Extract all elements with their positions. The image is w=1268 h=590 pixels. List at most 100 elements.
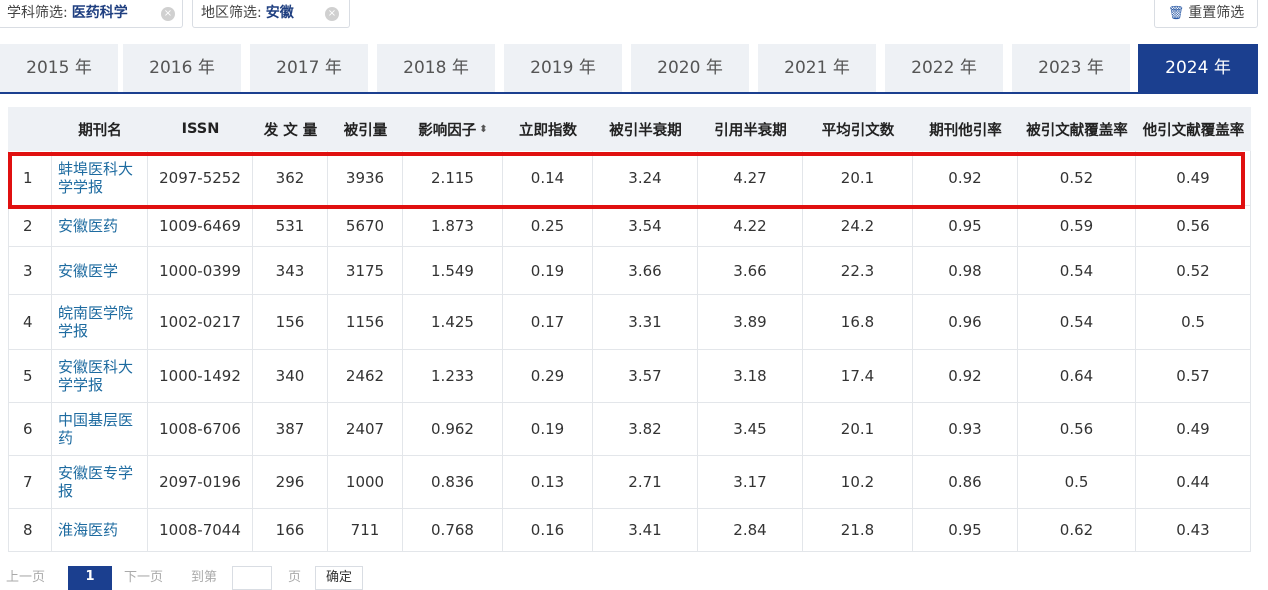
tab-2021[interactable]: 2021 年 bbox=[758, 44, 876, 92]
cell-rank: 4 bbox=[8, 295, 52, 349]
reset-filters-button[interactable]: 🗑 重置筛选 bbox=[1154, 0, 1258, 28]
cell-impact: 1.233 bbox=[403, 350, 503, 402]
cell-cited-half-life: 3.54 bbox=[593, 206, 698, 246]
current-page[interactable]: 1 bbox=[68, 566, 112, 590]
cell-other-coverage: 0.57 bbox=[1136, 350, 1251, 402]
cell-immediacy: 0.17 bbox=[503, 295, 593, 349]
tabs-underline bbox=[0, 92, 1258, 94]
subject-filter-chip[interactable]: 学科筛选: 医药科学 × bbox=[0, 0, 183, 28]
cell-citations: 3175 bbox=[328, 247, 403, 294]
cell-self-cite-rate: 0.95 bbox=[913, 509, 1018, 551]
cell-rank: 8 bbox=[8, 509, 52, 551]
cell-avg-refs: 20.1 bbox=[803, 403, 913, 455]
header-impact-factor[interactable]: 影响因子 ⬍ bbox=[403, 107, 503, 151]
table-row: 3 安徽医学 1000-0399 343 3175 1.549 0.19 3.66 3.66 22… bbox=[8, 247, 1251, 295]
cell-other-coverage: 0.43 bbox=[1136, 509, 1251, 551]
cell-cited-half-life: 3.31 bbox=[593, 295, 698, 349]
cell-other-coverage: 0.56 bbox=[1136, 206, 1251, 246]
cell-other-coverage: 0.52 bbox=[1136, 247, 1251, 294]
cell-impact: 0.836 bbox=[403, 456, 503, 508]
sort-icon[interactable]: ⬍ bbox=[479, 124, 487, 135]
cell-avg-refs: 20.1 bbox=[803, 151, 913, 205]
journal-name-link[interactable]: 安徽医学 bbox=[52, 247, 148, 294]
cell-impact: 2.115 bbox=[403, 151, 503, 205]
journal-name-link[interactable]: 安徽医药 bbox=[52, 206, 148, 246]
cell-impact: 1.549 bbox=[403, 247, 503, 294]
tab-2024[interactable]: 2024 年 bbox=[1138, 44, 1258, 92]
cell-cited-coverage: 0.62 bbox=[1018, 509, 1136, 551]
cell-cited-half-life: 3.24 bbox=[593, 151, 698, 205]
header-articles: 发 文 量 bbox=[263, 122, 318, 139]
goto-page-input[interactable] bbox=[232, 566, 272, 590]
trash-icon: 🗑 bbox=[1167, 6, 1185, 21]
header-rank bbox=[8, 107, 52, 151]
header-other-coverage: 他引文献覆盖率 bbox=[1142, 122, 1245, 139]
cell-issn: 1008-7044 bbox=[148, 509, 253, 551]
cell-rank: 5 bbox=[8, 350, 52, 402]
cell-cited-half-life: 3.66 bbox=[593, 247, 698, 294]
journal-name-link[interactable]: 安徽医科大学学报 bbox=[52, 350, 148, 402]
cell-self-cite-rate: 0.93 bbox=[913, 403, 1018, 455]
header-issn: ISSN bbox=[181, 121, 220, 137]
cell-avg-refs: 24.2 bbox=[803, 206, 913, 246]
next-page-button[interactable]: 下一页 bbox=[124, 566, 163, 585]
tab-2017[interactable]: 2017 年 bbox=[250, 44, 368, 92]
tab-2018[interactable]: 2018 年 bbox=[377, 44, 495, 92]
cell-cited-coverage: 0.54 bbox=[1018, 295, 1136, 349]
tab-2022[interactable]: 2022 年 bbox=[885, 44, 1003, 92]
cell-issn: 1008-6706 bbox=[148, 403, 253, 455]
cell-citations: 711 bbox=[328, 509, 403, 551]
cell-issn: 1000-0399 bbox=[148, 247, 253, 294]
cell-citations: 1000 bbox=[328, 456, 403, 508]
cell-citations: 3936 bbox=[328, 151, 403, 205]
cell-articles: 156 bbox=[253, 295, 328, 349]
cell-articles: 387 bbox=[253, 403, 328, 455]
cell-self-cite-rate: 0.98 bbox=[913, 247, 1018, 294]
cell-immediacy: 0.25 bbox=[503, 206, 593, 246]
cell-articles: 362 bbox=[253, 151, 328, 205]
cell-cited-half-life: 3.82 bbox=[593, 403, 698, 455]
cell-cited-half-life: 2.71 bbox=[593, 456, 698, 508]
cell-impact: 0.768 bbox=[403, 509, 503, 551]
cell-immediacy: 0.19 bbox=[503, 403, 593, 455]
page-unit-label: 页 bbox=[288, 570, 302, 585]
header-cited-half-life: 被引半衰期 bbox=[609, 122, 682, 139]
tab-2016[interactable]: 2016 年 bbox=[123, 44, 241, 92]
tab-2023[interactable]: 2023 年 bbox=[1012, 44, 1130, 92]
clear-region-icon[interactable]: × bbox=[325, 7, 339, 21]
journal-name-link[interactable]: 皖南医学院学报 bbox=[52, 295, 148, 349]
tab-2020[interactable]: 2020 年 bbox=[631, 44, 749, 92]
cell-citing-half-life: 3.17 bbox=[698, 456, 803, 508]
journal-name-link[interactable]: 蚌埠医科大学学报 bbox=[52, 151, 148, 205]
region-filter-chip[interactable]: 地区筛选: 安徽 × bbox=[192, 0, 350, 28]
header-avg-refs: 平均引文数 bbox=[821, 122, 895, 139]
cell-cited-half-life: 3.41 bbox=[593, 509, 698, 551]
cell-avg-refs: 10.2 bbox=[803, 456, 913, 508]
cell-rank: 7 bbox=[8, 456, 52, 508]
cell-avg-refs: 17.4 bbox=[803, 350, 913, 402]
table-row: 8 淮海医药 1008-7044 166 711 0.768 0.16 3.41 2.84 21.… bbox=[8, 509, 1251, 552]
cell-citations: 2407 bbox=[328, 403, 403, 455]
cell-articles: 343 bbox=[253, 247, 328, 294]
table-row: 5 安徽医科大学学报 1000-1492 340 2462 1.233 0.29 3.57 3.… bbox=[8, 350, 1251, 403]
tab-2015[interactable]: 2015 年 bbox=[0, 44, 118, 92]
confirm-button[interactable]: 确定 bbox=[315, 566, 363, 590]
cell-other-coverage: 0.44 bbox=[1136, 456, 1251, 508]
journal-name-link[interactable]: 淮海医药 bbox=[52, 509, 148, 551]
journal-name-link[interactable]: 中国基层医药 bbox=[52, 403, 148, 455]
table-row: 4 皖南医学院学报 1002-0217 156 1156 1.425 0.17 3.31 3.8… bbox=[8, 295, 1251, 350]
table-row: 7 安徽医专学报 2097-0196 296 1000 0.836 0.13 2.71 3.17… bbox=[8, 456, 1251, 509]
cell-cited-coverage: 0.52 bbox=[1018, 151, 1136, 205]
journal-name-link[interactable]: 安徽医专学报 bbox=[52, 456, 148, 508]
cell-self-cite-rate: 0.86 bbox=[913, 456, 1018, 508]
cell-articles: 340 bbox=[253, 350, 328, 402]
cell-immediacy: 0.16 bbox=[503, 509, 593, 551]
prev-page-button[interactable]: 上一页 bbox=[6, 566, 45, 585]
clear-subject-icon[interactable]: × bbox=[161, 7, 175, 21]
header-immediacy: 立即指数 bbox=[519, 122, 577, 139]
cell-self-cite-rate: 0.95 bbox=[913, 206, 1018, 246]
tab-2019[interactable]: 2019 年 bbox=[504, 44, 622, 92]
cell-immediacy: 0.13 bbox=[503, 456, 593, 508]
cell-rank: 6 bbox=[8, 403, 52, 455]
cell-cited-coverage: 0.59 bbox=[1018, 206, 1136, 246]
